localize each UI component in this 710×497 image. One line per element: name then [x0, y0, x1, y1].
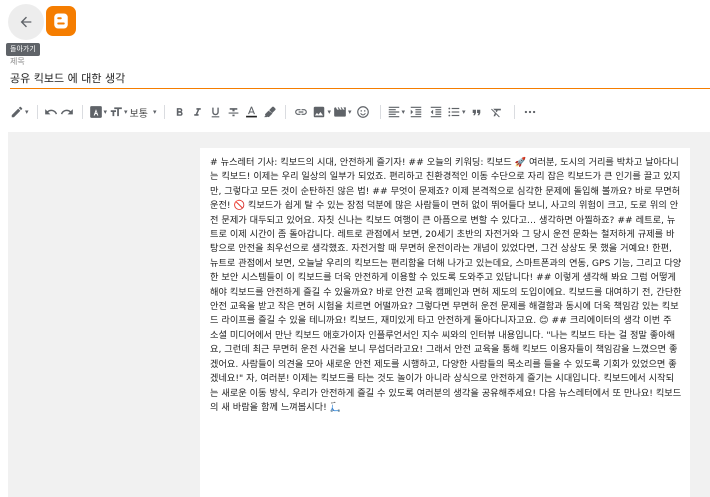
arrow-left-icon	[20, 16, 32, 28]
bold-button[interactable]	[171, 101, 187, 123]
underline-button[interactable]	[207, 101, 223, 123]
insert-video-button[interactable]: ▾	[333, 101, 352, 123]
insert-emoji-button[interactable]	[354, 101, 372, 123]
toolbar-divider	[36, 105, 38, 119]
italic-icon	[194, 107, 201, 116]
indent-increase-icon	[410, 106, 422, 118]
underline-icon	[211, 107, 220, 117]
title-label: 제목	[10, 57, 25, 66]
toolbar-divider	[164, 105, 166, 119]
chevron-down-icon: ▾	[124, 108, 128, 116]
insert-image-button[interactable]: ▾	[312, 101, 331, 123]
title-underline	[10, 88, 710, 89]
undo-button[interactable]	[44, 101, 58, 123]
highlight-color-button[interactable]	[261, 101, 277, 123]
strikethrough-button[interactable]	[225, 101, 241, 123]
font-size-label: 보통	[129, 108, 148, 120]
bulleted-list-icon	[448, 107, 460, 117]
text-color-icon	[246, 106, 257, 118]
indent-increase-button[interactable]	[407, 101, 425, 123]
clear-format-icon	[491, 108, 501, 117]
font-size-select[interactable]: 보통 ▾	[130, 101, 157, 123]
insert-link-button[interactable]	[292, 101, 310, 123]
smiley-icon	[356, 106, 369, 118]
list-button[interactable]: ▾	[447, 101, 466, 123]
clear-formatting-button[interactable]	[488, 101, 506, 123]
chevron-down-icon: ▾	[103, 108, 108, 116]
top-bar	[0, 0, 710, 44]
align-button[interactable]: ▾	[387, 101, 406, 123]
bold-icon	[176, 107, 183, 116]
editor-toolbar: ▾ ▾ ▾ 보통 ▾ ▾ ▾ ▾ ▾	[0, 100, 710, 124]
video-icon	[334, 107, 346, 117]
image-icon	[314, 106, 325, 118]
link-icon	[295, 109, 308, 115]
chevron-down-icon: ▾	[25, 108, 29, 116]
back-tooltip: 돌아가기	[6, 43, 40, 56]
blogger-icon	[54, 13, 68, 29]
font-size-button[interactable]: ▾	[109, 101, 128, 123]
compose-mode-button[interactable]: ▾	[10, 101, 29, 123]
quote-icon	[472, 109, 481, 115]
text-style-icon	[89, 106, 102, 118]
text-color-button[interactable]	[243, 101, 259, 123]
paragraph-style-button[interactable]: ▾	[89, 101, 108, 123]
strikethrough-icon	[228, 107, 239, 116]
chevron-down-icon: ▾	[347, 108, 352, 116]
marker-icon	[264, 106, 276, 117]
chevron-down-icon: ▾	[462, 108, 466, 116]
chevron-down-icon: ▾	[327, 108, 331, 116]
italic-button[interactable]	[189, 101, 205, 123]
indent-decrease-button[interactable]	[427, 101, 445, 123]
redo-button[interactable]	[60, 101, 74, 123]
chevron-down-icon: ▾	[152, 108, 157, 116]
chevron-down-icon: ▾	[401, 108, 406, 116]
toolbar-divider	[379, 105, 381, 119]
post-body-text[interactable]: # 뉴스레터 기사: 킥보드의 시대, 안전하게 즐기자! ## 오늘의 키워딩…	[210, 156, 682, 415]
more-horizontal-icon	[524, 110, 535, 114]
toolbar-divider	[513, 105, 515, 119]
redo-icon	[60, 109, 73, 115]
pencil-icon	[11, 106, 23, 118]
title-input[interactable]	[10, 68, 710, 88]
back-button[interactable]	[8, 4, 44, 40]
blogger-logo[interactable]	[46, 6, 76, 36]
quote-button[interactable]	[468, 101, 486, 123]
undo-icon	[44, 109, 57, 115]
toolbar-divider	[285, 105, 287, 119]
text-size-icon	[110, 107, 122, 117]
align-left-icon	[388, 106, 399, 118]
toolbar-divider	[81, 105, 83, 119]
more-options-button[interactable]	[521, 101, 539, 123]
indent-decrease-icon	[430, 106, 442, 118]
